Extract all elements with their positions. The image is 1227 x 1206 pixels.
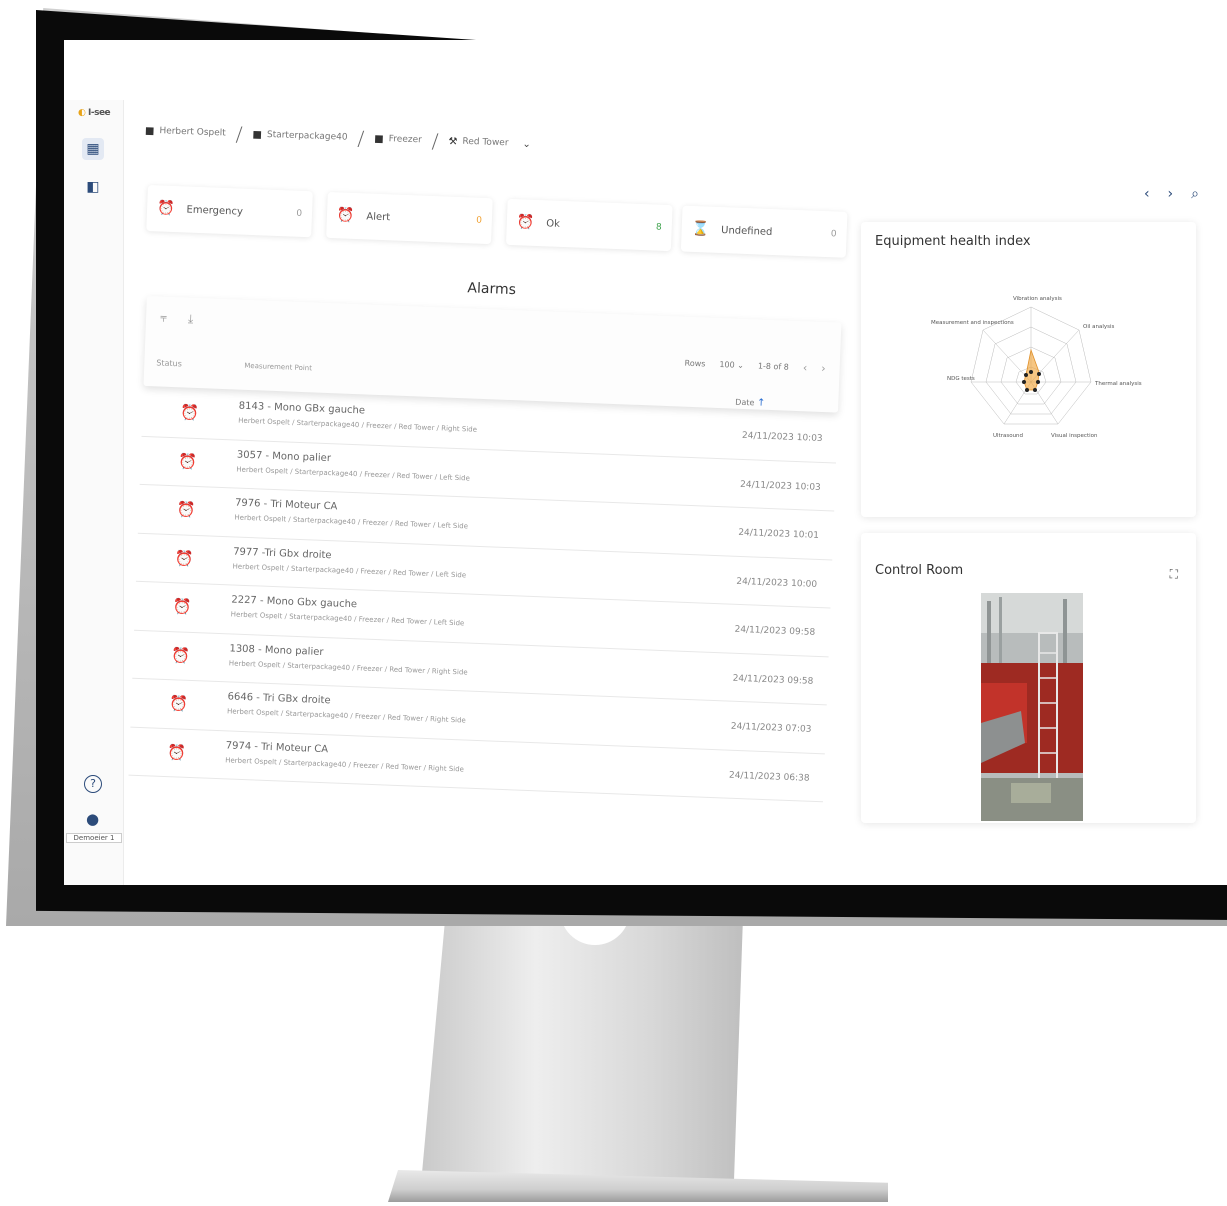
sort-asc-icon: ↑	[756, 397, 766, 409]
axis-label: Thermal analysis	[1094, 381, 1142, 387]
machine-icon: ⚒	[448, 135, 458, 148]
prev-page-icon[interactable]: ‹	[803, 361, 808, 374]
breadcrumb-separator: /	[357, 126, 365, 151]
column-measurement-point[interactable]: Measurement Point	[244, 362, 312, 373]
axis-label: NDG tests	[947, 376, 975, 382]
next-page-icon[interactable]: ›	[821, 362, 826, 375]
help-icon[interactable]: ?	[84, 775, 102, 793]
pagination: Rows 100 ⌄ 1-8 of 8 ‹ ›	[684, 357, 826, 375]
screen: ◐ I-see ▦ ◧ ? ● Demoeier 1 ■ Herbert Ospe…	[64, 40, 1227, 885]
monitor-view-icon[interactable]: ◧	[82, 176, 104, 198]
alarm-rows: ⏰ 8143 - Mono GBx gauche Herbert Ospelt / …	[128, 387, 838, 803]
user-label[interactable]: Demoeier 1	[66, 833, 122, 843]
alarms-panel: Alarms ⫧ ⤓ Rows 100 ⌄ 1-8 of 8 ‹ › Statu…	[127, 268, 848, 854]
control-room-title: Control Room	[875, 563, 964, 578]
health-title: Equipment health index	[875, 234, 1031, 249]
rows-per-page-select[interactable]: 100 ⌄	[719, 360, 744, 370]
page-range: 1-8 of 8	[757, 361, 790, 372]
axis-label: Visual inspection	[1051, 433, 1098, 439]
factory-icon: ■	[374, 133, 384, 145]
sidebar: ◐ I-see ▦ ◧ ? ● Demoeier 1	[64, 100, 124, 885]
column-date[interactable]: Date ↑	[735, 397, 766, 409]
rows-label: Rows	[684, 358, 706, 369]
alarm-ok-icon: ⏰	[167, 742, 187, 762]
alarm-ok-icon: ⏰	[174, 548, 194, 568]
download-icon[interactable]: ⤓	[188, 312, 194, 327]
alarm-clock-icon: ⏰	[516, 214, 535, 231]
alarm-ok-icon: ⏰	[170, 645, 191, 665]
alarms-title: Alarms	[467, 280, 517, 299]
column-status[interactable]: Status	[156, 358, 182, 368]
alarm-ok-icon: ⏰	[178, 451, 198, 471]
app-logo: ◐ I-see	[78, 108, 111, 118]
axis-label: Vibration analysis	[1013, 296, 1062, 302]
factory-icon: ■	[144, 125, 155, 137]
breadcrumb-separator: /	[431, 128, 439, 153]
equipment-health-panel: Equipment health index Vibration analysi…	[861, 222, 1196, 517]
alarm-ok-icon: ⏰	[172, 597, 193, 616]
nav-controls: ‹ › ⌕	[1144, 186, 1199, 202]
user-icon[interactable]: ●	[86, 810, 99, 828]
search-icon[interactable]: ⌕	[1191, 186, 1199, 202]
alarm-ok-icon: ⏰	[176, 500, 196, 519]
alarm-clock-icon: ⏰	[336, 207, 355, 224]
control-room-image[interactable]	[981, 593, 1083, 821]
axis-label: Oil analysis	[1083, 324, 1115, 330]
status-card-alert[interactable]: ⏰ Alert 0	[326, 191, 493, 245]
chevron-down-icon[interactable]: ⌄	[522, 138, 531, 149]
alarm-off-icon: ⌛	[691, 220, 710, 238]
axis-label: Ultrasound	[993, 433, 1023, 439]
control-room-panel: Control Room ⛶	[861, 533, 1196, 823]
breadcrumb-item[interactable]: ■ Herbert Ospelt	[145, 125, 226, 139]
axis-label: Measurement and inspections	[931, 320, 1014, 326]
alarm-ok-icon: ⏰	[168, 694, 189, 713]
filter-icon[interactable]: ⫧	[160, 311, 167, 326]
breadcrumb-separator: /	[235, 121, 243, 147]
breadcrumb-item[interactable]: ⚒ Red Tower	[448, 136, 508, 149]
chevron-left-icon[interactable]: ‹	[1144, 186, 1150, 202]
alarm-ok-icon: ⏰	[180, 403, 200, 423]
status-card-emergency[interactable]: ⏰ Emergency 0	[146, 185, 313, 238]
status-card-ok[interactable]: ⏰ Ok 8	[505, 198, 673, 252]
alarm-clock-icon: ⏰	[156, 200, 175, 218]
factory-icon: ■	[252, 128, 263, 141]
breadcrumb-item[interactable]: ■ Freezer	[374, 133, 422, 146]
breadcrumb: ■ Herbert Ospelt / ■ Starterpackage40 / ■ F…	[145, 119, 532, 156]
health-radar-chart: Vibration analysis Oil analysis Thermal …	[931, 296, 1142, 439]
monitor-stand	[420, 905, 744, 1195]
chevron-right-icon[interactable]: ›	[1168, 186, 1174, 202]
breadcrumb-item[interactable]: ■ Starterpackage40	[252, 129, 347, 143]
dashboard-icon[interactable]: ▦	[82, 138, 104, 160]
expand-icon[interactable]: ⛶	[1170, 567, 1178, 582]
status-card-undefined[interactable]: ⌛ Undefined 0	[680, 205, 848, 258]
